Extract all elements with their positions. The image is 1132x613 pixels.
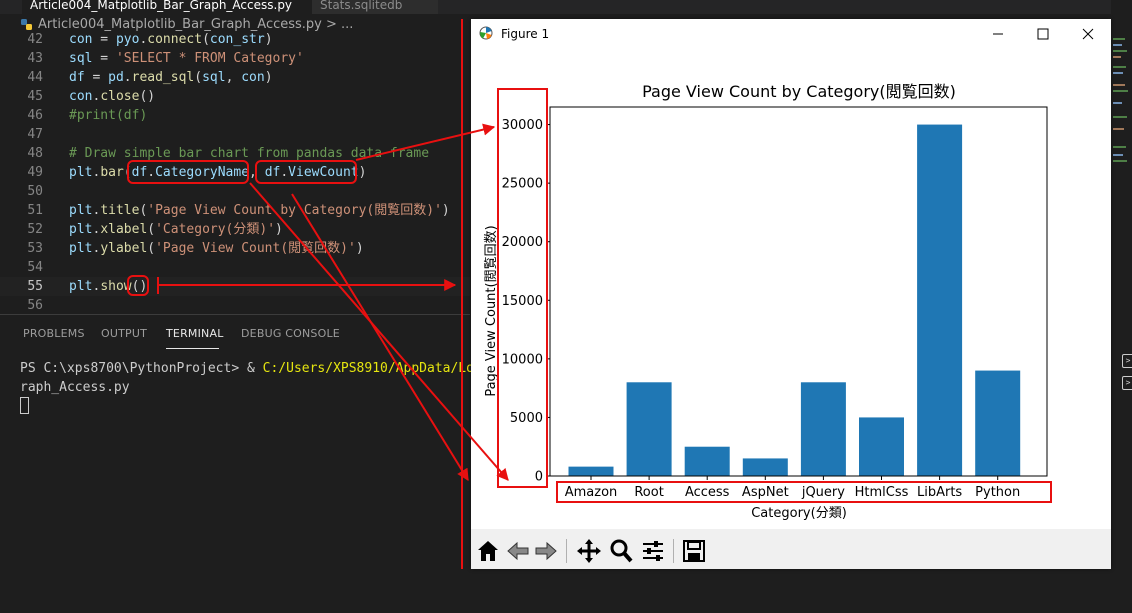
editor-tab-inactive[interactable]: Stats.sqlitedb	[312, 0, 438, 14]
bar-libarts	[917, 124, 963, 477]
x-tick-label: LibArts	[917, 485, 962, 500]
x-axis-label: Category(分類)	[751, 506, 847, 521]
active-tab-indicator	[166, 348, 219, 349]
minimap[interactable]	[1111, 36, 1131, 176]
tab-debug-console[interactable]: DEBUG CONSOLE	[241, 327, 340, 340]
y-tick-label: 0	[535, 470, 543, 485]
y-tick-label: 15000	[502, 294, 543, 309]
code-line[interactable]: 44 df = pd.read_sql(sql, con)	[0, 68, 470, 87]
home-icon[interactable]	[474, 537, 502, 565]
code-text: #print(df)	[69, 108, 148, 123]
line-number: 55	[27, 279, 43, 294]
y-axis-label: Page View Count(閲覧回数)	[483, 225, 499, 396]
code-text: plt.show()	[69, 279, 148, 294]
line-number: 52	[27, 222, 43, 237]
line-number: 54	[27, 260, 43, 275]
bar-access	[684, 446, 730, 476]
code-text: plt.bar(df.CategoryName, df.ViewCount)	[69, 165, 367, 180]
code-text: plt.ylabel('Page View Count(閲覧回数)')	[69, 241, 364, 256]
editor-tab-active[interactable]: Article004_Matplotlib_Bar_Graph_Access.p…	[22, 0, 320, 14]
code-line[interactable]: 48 # Draw simple bar chart from pandas da…	[0, 144, 470, 163]
code-line[interactable]: 51 plt.title('Page View Count by Category…	[0, 201, 470, 220]
y-tick-label: 30000	[502, 118, 543, 133]
code-text: sql = 'SELECT * FROM Category'	[69, 51, 304, 66]
code-text: df = pd.read_sql(sql, con)	[69, 70, 273, 85]
code-line[interactable]: 50	[0, 182, 470, 201]
code-text: con = pyo.connect(con_str)	[69, 32, 273, 47]
code-text: plt.title('Page View Count by Category(閲…	[69, 203, 450, 218]
code-line[interactable]: 52 plt.xlabel('Category(分類)')	[0, 220, 470, 239]
code-line[interactable]: 43 sql = 'SELECT * FROM Category'	[0, 49, 470, 68]
code-line[interactable]: 56	[0, 296, 470, 315]
bar-amazon	[568, 466, 614, 476]
bar-python	[975, 370, 1021, 476]
code-text: con.close()	[69, 89, 156, 104]
chart-title: Page View Count by Category(閲覧回数)	[642, 82, 956, 101]
code-line[interactable]: 54	[0, 258, 470, 277]
x-tick-label: HtmlCss	[855, 485, 909, 500]
terminal-cursor	[20, 397, 29, 414]
line-number: 47	[27, 127, 43, 142]
code-line[interactable]: 46 #print(df)	[0, 106, 470, 125]
pan-icon[interactable]	[575, 537, 603, 565]
toolbar-separator	[566, 539, 567, 563]
bar-aspnet	[742, 458, 788, 476]
code-line[interactable]: 55 plt.show()	[0, 277, 470, 296]
line-number: 48	[27, 146, 43, 161]
tab-label: Stats.sqlitedb	[320, 0, 403, 12]
terminal-output[interactable]: PS C:\xps8700\PythonProject> & C:/Users/…	[20, 359, 529, 417]
plot-area-frame	[549, 106, 1048, 477]
bar-chart: Page View Count by Category(閲覧回数) Catego…	[483, 82, 1048, 521]
figure-window: Figure 1 Page View Count by Category(閲覧回…	[471, 19, 1111, 569]
toolbar-separator	[673, 539, 674, 563]
save-icon[interactable]	[680, 537, 708, 565]
bar-htmlcss	[859, 417, 904, 476]
tab-label: Article004_Matplotlib_Bar_Graph_Access.p…	[30, 0, 293, 12]
line-number: 43	[27, 51, 43, 66]
zoom-icon[interactable]	[607, 537, 635, 565]
terminal-line-2: raph_Access.py	[20, 380, 130, 395]
y-tick-label: 5000	[510, 411, 543, 426]
tab-terminal[interactable]: TERMINAL	[166, 327, 224, 340]
line-number: 53	[27, 241, 43, 256]
x-tick-label: AspNet	[742, 485, 789, 500]
forward-arrow-icon[interactable]	[532, 537, 560, 565]
x-tick-label: Python	[975, 485, 1020, 500]
y-tick-label: 25000	[502, 177, 543, 192]
line-number: 46	[27, 108, 43, 123]
configure-subplots-icon[interactable]	[639, 537, 667, 565]
line-number: 45	[27, 89, 43, 104]
bar-jquery	[800, 382, 846, 476]
x-tick-label: Root	[634, 485, 663, 500]
line-number: 50	[27, 184, 43, 199]
tab-output[interactable]: OUTPUT	[101, 327, 147, 340]
x-tick-label: jQuery	[801, 485, 845, 500]
bottom-panel: PROBLEMS OUTPUT TERMINAL DEBUG CONSOLE P…	[0, 314, 529, 613]
terminal-instance-icon[interactable]: >	[1122, 354, 1132, 368]
line-number: 56	[27, 298, 43, 313]
x-tick-label: Access	[685, 485, 730, 500]
bar-root	[626, 382, 672, 476]
terminal-prompt: PS C:\xps8700\PythonProject> &	[20, 361, 263, 376]
code-line[interactable]: 53 plt.ylabel('Page View Count(閲覧回数)')	[0, 239, 470, 258]
figure-toolbar	[471, 529, 1111, 569]
y-tick-label: 10000	[502, 352, 543, 367]
editor-tab-bar: Article004_Matplotlib_Bar_Graph_Access.p…	[0, 0, 1132, 14]
terminal-instance-icon[interactable]: >	[1122, 376, 1132, 390]
back-arrow-icon[interactable]	[504, 537, 532, 565]
code-line[interactable]: 45 con.close()	[0, 87, 470, 106]
code-text: plt.xlabel('Category(分類)')	[69, 222, 283, 237]
code-editor[interactable]: 42 con = pyo.connect(con_str) 43 sql = 'SEL…	[0, 31, 470, 321]
code-line[interactable]: 47	[0, 125, 470, 144]
code-line[interactable]: 42 con = pyo.connect(con_str)	[0, 30, 470, 49]
line-number: 51	[27, 203, 43, 218]
line-number: 44	[27, 70, 43, 85]
code-line[interactable]: 49 plt.bar(df.CategoryName, df.ViewCount)	[0, 163, 470, 182]
line-number: 42	[27, 32, 43, 47]
code-text: # Draw simple bar chart from pandas data…	[69, 146, 430, 161]
line-number: 49	[27, 165, 43, 180]
x-tick-label: Amazon	[565, 485, 618, 500]
tab-problems[interactable]: PROBLEMS	[23, 327, 85, 340]
y-tick-label: 20000	[502, 235, 543, 250]
